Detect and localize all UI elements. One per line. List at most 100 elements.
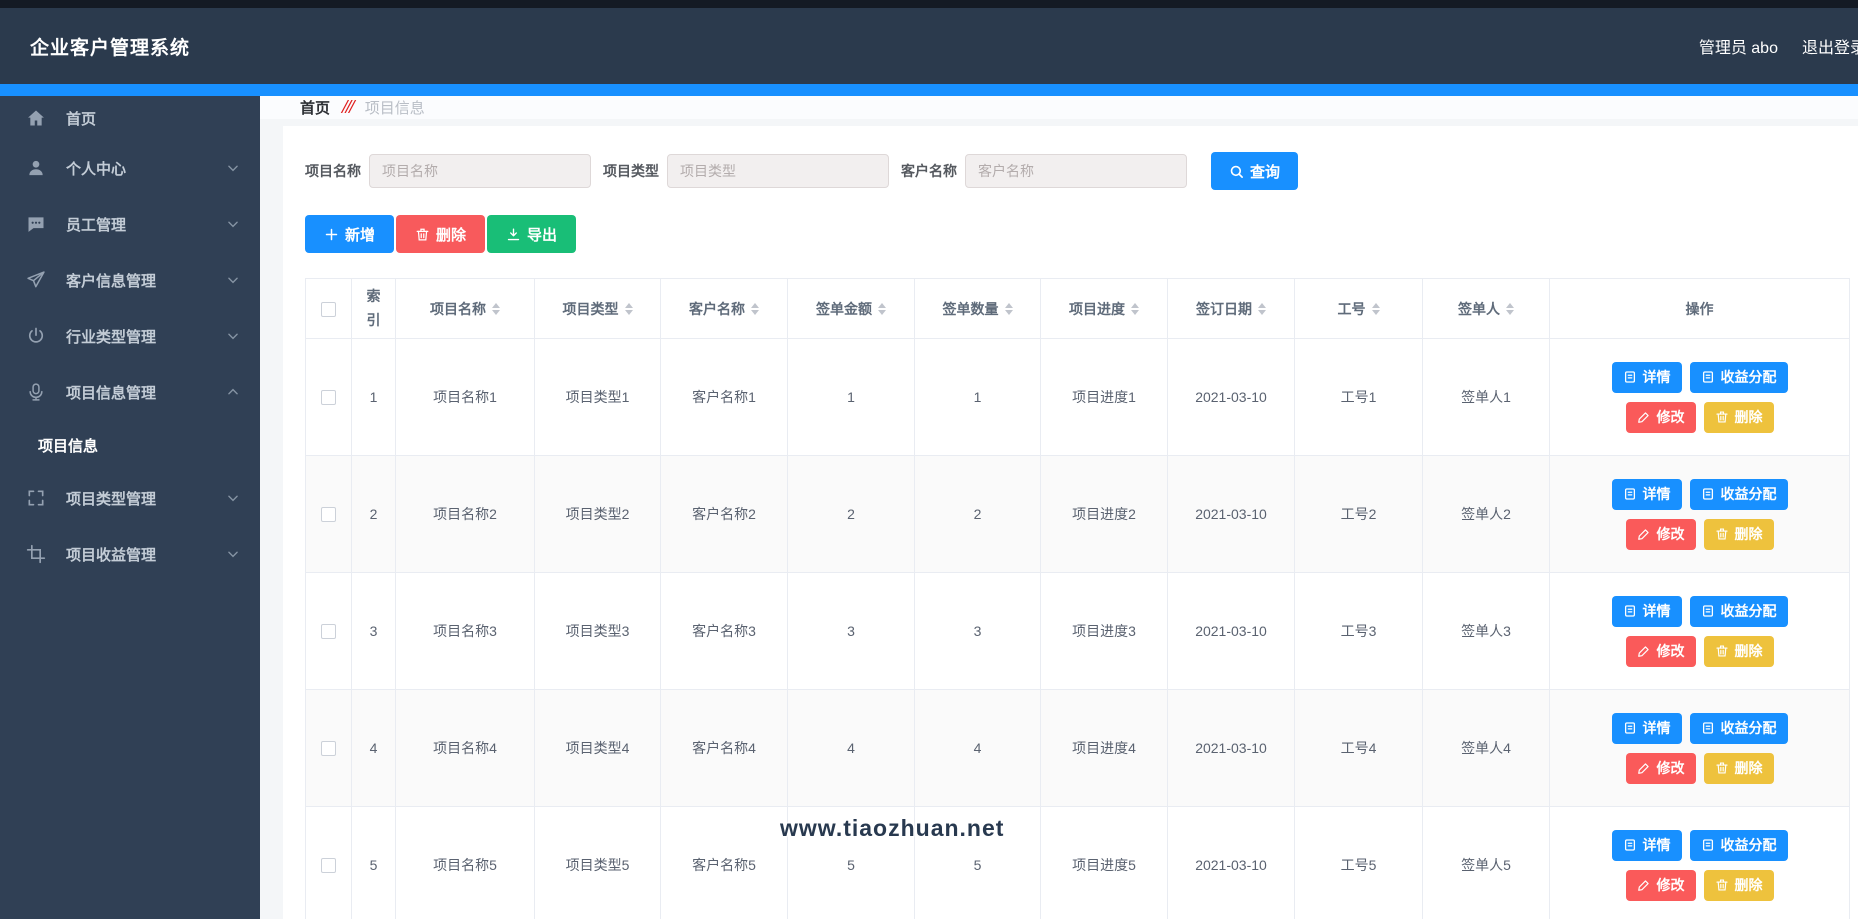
cell-sign-amount: 1 — [787, 338, 915, 456]
sidebar-item-project-types[interactable]: 项目类型管理 — [0, 470, 260, 526]
sidebar-item-label: 行业类型管理 — [66, 328, 157, 346]
edit-button[interactable]: 修改 — [1625, 869, 1696, 901]
sidebar-item-customers[interactable]: 客户信息管理 — [0, 252, 260, 308]
sidebar-item-project-income[interactable]: 项目收益管理 — [0, 526, 260, 582]
cell-worker-no: 工号5 — [1294, 806, 1423, 919]
row-checkbox[interactable] — [321, 624, 336, 640]
crop-icon — [26, 544, 46, 564]
detail-button[interactable]: 详情 — [1611, 595, 1682, 627]
edit-button[interactable]: 修改 — [1625, 518, 1696, 550]
chevron-down-icon — [226, 217, 240, 231]
sidebar-item-industry-types[interactable]: 行业类型管理 — [0, 308, 260, 364]
current-user[interactable]: 管理员 abo — [1699, 34, 1778, 58]
detail-button[interactable]: 详情 — [1611, 478, 1682, 510]
edit-button[interactable]: 修改 — [1625, 635, 1696, 667]
sort-icon[interactable] — [751, 299, 759, 319]
cell-index: 5 — [351, 806, 396, 919]
column-header-signer: 签单人 — [1458, 300, 1500, 317]
row-checkbox[interactable] — [321, 507, 336, 523]
cell-sign-date: 2021-03-10 — [1167, 455, 1295, 573]
income-assign-button[interactable]: 收益分配 — [1689, 829, 1788, 861]
income-assign-button[interactable]: 收益分配 — [1689, 595, 1788, 627]
cell-project-type: 项目类型1 — [534, 338, 661, 456]
row-delete-button[interactable]: 删除 — [1703, 869, 1774, 901]
income-assign-button[interactable]: 收益分配 — [1689, 478, 1788, 510]
sidebar-item-label: 个人中心 — [66, 160, 127, 178]
sort-icon[interactable] — [1506, 299, 1514, 319]
row-delete-button[interactable]: 删除 — [1703, 635, 1774, 667]
cell-progress: 项目进度1 — [1040, 338, 1168, 456]
download-icon — [506, 227, 521, 242]
project-name-label: 项目名称 — [305, 163, 361, 179]
sort-icon[interactable] — [878, 299, 886, 319]
customer-name-input[interactable] — [965, 154, 1187, 188]
export-button[interactable]: 导出 — [487, 215, 577, 253]
cell-index: 4 — [351, 689, 396, 807]
cell-index: 3 — [351, 572, 396, 690]
sidebar-item-profile[interactable]: 个人中心 — [0, 140, 260, 196]
project-type-input[interactable] — [667, 154, 889, 188]
trash-icon — [1715, 761, 1729, 775]
trash-icon — [1715, 878, 1729, 892]
edit-button[interactable]: 修改 — [1625, 401, 1696, 433]
column-header-sign-quantity: 签单数量 — [942, 300, 999, 317]
cell-signer: 签单人4 — [1422, 689, 1550, 807]
row-delete-button[interactable]: 删除 — [1703, 401, 1774, 433]
power-icon — [26, 326, 46, 346]
detail-button[interactable]: 详情 — [1611, 829, 1682, 861]
cell-signer: 签单人1 — [1422, 338, 1550, 456]
select-all-checkbox[interactable] — [321, 301, 336, 317]
row-delete-button[interactable]: 删除 — [1703, 518, 1774, 550]
table-row: 4 项目名称4 项目类型4 客户名称4 4 4 项目进度4 2021-03-10… — [305, 689, 1850, 807]
delete-button[interactable]: 删除 — [396, 215, 486, 253]
row-checkbox[interactable] — [321, 858, 336, 874]
sort-icon[interactable] — [1131, 299, 1139, 319]
sort-icon[interactable] — [624, 299, 633, 319]
row-checkbox[interactable] — [321, 741, 336, 757]
table-row: 1 项目名称1 项目类型1 客户名称1 1 1 项目进度1 2021-03-10… — [305, 338, 1850, 456]
sort-icon[interactable] — [1371, 299, 1380, 319]
row-delete-button[interactable]: 删除 — [1703, 752, 1774, 784]
sort-icon[interactable] — [492, 299, 500, 319]
cell-project-type: 项目类型4 — [534, 689, 661, 807]
sidebar-subitem-label: 项目信息 — [38, 437, 99, 455]
income-assign-button[interactable]: 收益分配 — [1689, 361, 1788, 393]
detail-button[interactable]: 详情 — [1611, 712, 1682, 744]
sort-icon[interactable] — [1258, 299, 1266, 319]
sidebar-item-project-info-mgmt[interactable]: 项目信息管理 — [0, 364, 260, 420]
sidebar-item-home[interactable]: 首页 — [0, 96, 260, 140]
breadcrumb: 首页 /// 项目信息 — [260, 96, 1858, 119]
cell-progress: 项目进度3 — [1040, 572, 1168, 690]
search-button[interactable]: 查询 — [1211, 152, 1299, 190]
breadcrumb-home-link[interactable]: 首页 — [300, 97, 330, 118]
plus-icon — [324, 227, 339, 242]
chevron-down-icon — [226, 547, 240, 561]
cell-project-name: 项目名称1 — [395, 338, 535, 456]
cell-sign-date: 2021-03-10 — [1167, 572, 1295, 690]
income-assign-button[interactable]: 收益分配 — [1689, 712, 1788, 744]
cell-customer-name: 客户名称4 — [660, 689, 788, 807]
cell-sign-amount: 2 — [787, 455, 915, 573]
app-title: 企业客户管理系统 — [30, 37, 191, 59]
sidebar-item-employees[interactable]: 员工管理 — [0, 196, 260, 252]
document-icon — [1623, 721, 1637, 735]
column-header-project-name: 项目名称 — [430, 300, 486, 317]
cell-signer: 签单人2 — [1422, 455, 1550, 573]
cell-signer: 签单人3 — [1422, 572, 1550, 690]
logout-link[interactable]: 退出登录 — [1802, 34, 1858, 58]
edit-button[interactable]: 修改 — [1625, 752, 1696, 784]
sort-icon[interactable] — [1004, 299, 1013, 319]
project-name-input[interactable] — [369, 154, 591, 188]
cell-sign-quantity: 3 — [914, 572, 1041, 690]
sidebar-subitem-project-info[interactable]: 项目信息 — [0, 420, 260, 470]
breadcrumb-separator-icon: /// — [342, 96, 355, 118]
cell-worker-no: 工号4 — [1294, 689, 1423, 807]
detail-button[interactable]: 详情 — [1611, 361, 1682, 393]
cell-sign-quantity: 4 — [914, 689, 1041, 807]
cell-sign-quantity: 1 — [914, 338, 1041, 456]
watermark: www.tiaozhuan.net — [780, 815, 1005, 841]
content-card: 项目名称 项目类型 客户名称 查询 — [283, 126, 1858, 919]
trash-icon — [1715, 644, 1729, 658]
row-checkbox[interactable] — [321, 390, 336, 406]
add-button[interactable]: 新增 — [305, 215, 395, 253]
